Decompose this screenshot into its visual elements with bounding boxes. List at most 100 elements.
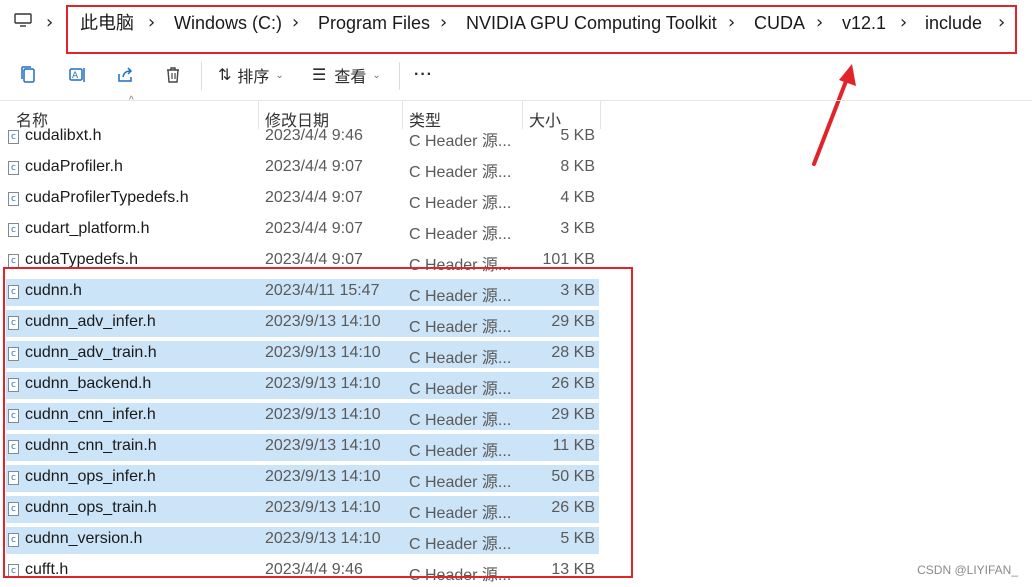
share-button[interactable]	[116, 62, 136, 88]
rename-button[interactable]: A	[68, 62, 88, 88]
computer-icon[interactable]	[14, 13, 32, 27]
file-type: C Header 源...	[409, 567, 512, 584]
file-row[interactable]: c cudnn_adv_train.h 2023/9/13 14:10 C Heade…	[6, 341, 599, 368]
copy-button[interactable]	[20, 62, 38, 88]
chevron-right-icon[interactable]: ›	[728, 12, 735, 34]
c-header-file-icon: c	[8, 347, 19, 361]
file-modified-date: 2023/4/4 9:07	[265, 158, 363, 175]
chevron-right-icon[interactable]: ›	[292, 12, 299, 34]
file-modified-date: 2023/9/13 14:10	[265, 530, 381, 547]
file-size: 101 KB	[542, 251, 595, 268]
file-row[interactable]: c cudnn_cnn_train.h 2023/9/13 14:10 C Heade…	[6, 434, 599, 461]
c-header-file-icon: c	[8, 192, 19, 206]
file-row[interactable]: c cudnn_version.h 2023/9/13 14:10 C Header …	[6, 527, 599, 554]
file-type: C Header 源...	[409, 381, 512, 398]
sort-ascending-icon: ^	[129, 95, 134, 106]
chevron-right-icon[interactable]: ›	[148, 12, 155, 34]
file-name: cudnn_ops_infer.h	[25, 468, 156, 485]
file-size: 5 KB	[560, 127, 595, 144]
file-size: 50 KB	[551, 468, 595, 485]
file-type: C Header 源...	[409, 474, 512, 491]
chevron-right-icon[interactable]: ›	[900, 12, 907, 34]
file-row[interactable]: c cudaProfilerTypedefs.h 2023/4/4 9:07 C He…	[6, 186, 599, 213]
c-header-file-icon: c	[8, 471, 19, 485]
file-size: 11 KB	[552, 437, 595, 454]
c-header-file-icon: c	[8, 378, 19, 392]
column-divider[interactable]	[600, 101, 601, 129]
more-options-button[interactable]: ···	[414, 62, 433, 88]
file-row[interactable]: c cudnn.h 2023/4/11 15:47 C Header 源... 3 KB	[6, 279, 599, 306]
c-header-file-icon: c	[8, 564, 19, 578]
c-header-file-icon: c	[8, 161, 19, 175]
chevron-right-icon[interactable]: ›	[46, 12, 53, 34]
view-button[interactable]: ☰ 查看 ⌄	[312, 62, 381, 88]
file-name: cudaTypedefs.h	[25, 251, 138, 268]
watermark: CSDN @LIYIFAN_	[917, 563, 1018, 577]
toolbar-divider	[201, 62, 202, 90]
file-row[interactable]: c cudnn_ops_infer.h 2023/9/13 14:10 C Heade…	[6, 465, 599, 492]
file-size: 3 KB	[560, 282, 595, 299]
file-size: 8 KB	[560, 158, 595, 175]
sort-button[interactable]: ⇅ 排序 ⌄	[218, 62, 284, 88]
file-name: cufft.h	[25, 561, 69, 578]
file-name: cudnn_version.h	[25, 530, 143, 547]
file-size: 5 KB	[560, 530, 595, 547]
file-name: cudaProfilerTypedefs.h	[25, 189, 189, 206]
file-size: 26 KB	[551, 499, 595, 516]
c-header-file-icon: c	[8, 285, 19, 299]
file-row[interactable]: c cudaProfiler.h 2023/4/4 9:07 C Header 源..…	[6, 155, 599, 182]
breadcrumb-cuda[interactable]: CUDA	[754, 11, 805, 35]
file-type: C Header 源...	[409, 350, 512, 367]
chevron-right-icon[interactable]: ›	[440, 12, 447, 34]
breadcrumb-nvidia-toolkit[interactable]: NVIDIA GPU Computing Toolkit	[466, 11, 717, 35]
file-size: 3 KB	[560, 220, 595, 237]
file-size: 29 KB	[551, 406, 595, 423]
view-list-icon: ☰	[312, 67, 327, 84]
file-type: C Header 源...	[409, 133, 512, 150]
file-name: cudart_platform.h	[25, 220, 150, 237]
file-row[interactable]: c cudart_platform.h 2023/4/4 9:07 C Header …	[6, 217, 599, 244]
chevron-right-icon[interactable]: ›	[816, 12, 823, 34]
file-modified-date: 2023/4/4 9:07	[265, 251, 363, 268]
breadcrumb-windows-c[interactable]: Windows (C:)	[174, 11, 282, 35]
file-type: C Header 源...	[409, 288, 512, 305]
file-type: C Header 源...	[409, 412, 512, 429]
file-modified-date: 2023/9/13 14:10	[265, 344, 381, 361]
sort-icon: ⇅	[218, 67, 232, 84]
file-row[interactable]: c cudaTypedefs.h 2023/4/4 9:07 C Header 源..…	[6, 248, 599, 275]
breadcrumb-this-pc[interactable]: 此电脑	[80, 11, 134, 35]
file-row[interactable]: c cufft.h 2023/4/4 9:46 C Header 源... 13 KB	[6, 558, 599, 585]
file-name: cudnn_adv_train.h	[25, 344, 157, 361]
c-header-file-icon: c	[8, 440, 19, 454]
chevron-down-icon: ⌄	[275, 69, 284, 81]
file-type: C Header 源...	[409, 257, 512, 274]
breadcrumb-include[interactable]: include	[925, 11, 982, 35]
svg-text:A: A	[72, 71, 79, 81]
c-header-file-icon: c	[8, 533, 19, 547]
file-row[interactable]: c cudnn_adv_infer.h 2023/9/13 14:10 C Heade…	[6, 310, 599, 337]
file-size: 4 KB	[560, 189, 595, 206]
address-bar[interactable]: › 此电脑 › Windows (C:) › Program Files › N…	[0, 0, 1032, 48]
file-size: 28 KB	[551, 344, 595, 361]
breadcrumb-v12-1[interactable]: v12.1	[842, 11, 886, 35]
chevron-right-icon[interactable]: ›	[998, 12, 1005, 34]
file-row[interactable]: c cudnn_ops_train.h 2023/9/13 14:10 C Heade…	[6, 496, 599, 523]
file-modified-date: 2023/9/13 14:10	[265, 437, 381, 454]
file-name: cudnn_cnn_infer.h	[25, 406, 156, 423]
file-row[interactable]: c cudnn_cnn_infer.h 2023/9/13 14:10 C Heade…	[6, 403, 599, 430]
delete-button[interactable]	[164, 62, 182, 88]
file-type: C Header 源...	[409, 164, 512, 181]
file-name: cudaProfiler.h	[25, 158, 123, 175]
breadcrumb-program-files[interactable]: Program Files	[318, 11, 430, 35]
file-modified-date: 2023/9/13 14:10	[265, 406, 381, 423]
file-size: 29 KB	[551, 313, 595, 330]
c-header-file-icon: c	[8, 130, 19, 144]
file-row[interactable]: c cudnn_backend.h 2023/9/13 14:10 C Header …	[6, 372, 599, 399]
file-name: cudnn.h	[25, 282, 82, 299]
file-type: C Header 源...	[409, 195, 512, 212]
file-row[interactable]: c cudalibxt.h 2023/4/4 9:46 C Header 源... 5 …	[6, 124, 599, 151]
file-name: cudnn_backend.h	[25, 375, 152, 392]
file-type: C Header 源...	[409, 505, 512, 522]
c-header-file-icon: c	[8, 254, 19, 268]
file-type: C Header 源...	[409, 226, 512, 243]
